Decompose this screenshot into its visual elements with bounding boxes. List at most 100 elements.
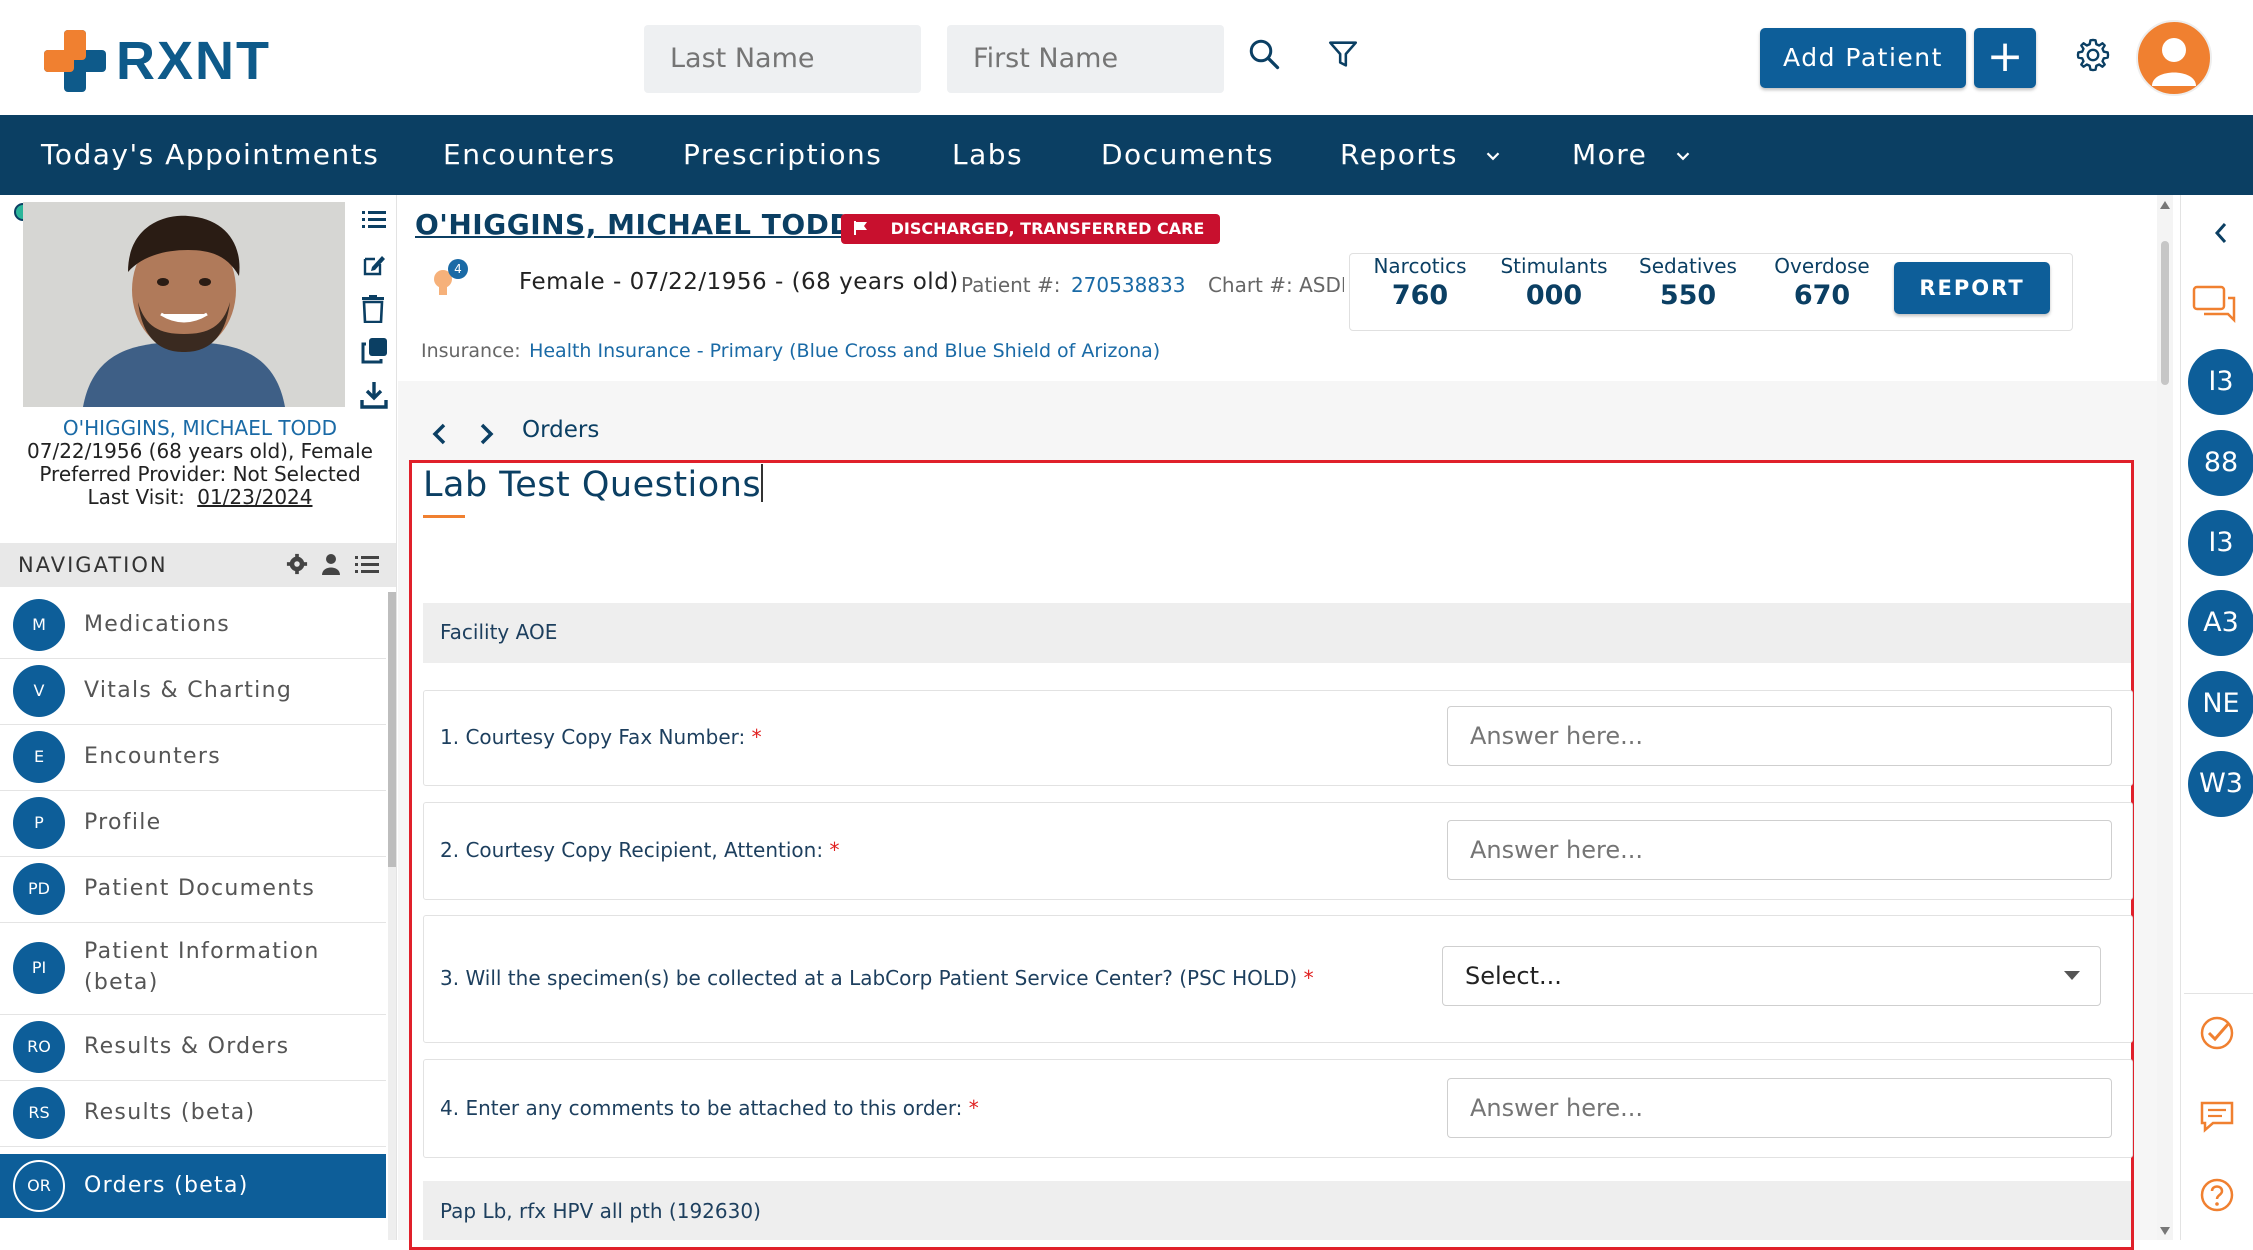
logo-cross-icon [44,30,106,92]
back-arrow-icon[interactable] [430,422,450,446]
nav-encounters-label: Encounters [84,744,221,769]
nav-todays-appointments[interactable]: Today's Appointments [41,115,379,195]
message-icon[interactable] [2199,1100,2235,1134]
title-underline [423,515,465,518]
patient-number-label: Patient #: [961,273,1061,297]
nav-encounters[interactable]: Encounters [443,115,616,195]
question-2-text: 2. Courtesy Copy Recipient, Attention: * [440,838,839,862]
sidebar-circle-2[interactable]: 88 [2188,430,2253,496]
question-3-label: 3. Will the specimen(s) be collected at … [440,966,1298,990]
nav-more[interactable]: More [1572,115,1694,195]
nav-encounters-item[interactable]: E Encounters [0,724,386,791]
edit-icon[interactable] [361,253,387,277]
nav-results-orders-badge: RO [13,1021,65,1073]
nav-results-beta[interactable]: RS Results (beta) [0,1080,386,1147]
insurance-value[interactable]: Health Insurance - Primary (Blue Cross a… [529,340,1160,362]
nav-orders-beta-badge: OR [13,1160,65,1212]
question-1-answer-input[interactable] [1447,706,2112,766]
stat-sedatives-value: 550 [1659,280,1717,311]
question-4-label: 4. Enter any comments to be attached to … [440,1096,963,1120]
nav-results-beta-badge: RS [13,1087,65,1139]
last-name-search-input[interactable] [644,25,921,93]
nav-orders-beta[interactable]: OR Orders (beta) [0,1154,386,1218]
main-scrollbar[interactable] [2157,195,2173,1240]
question-3-select[interactable]: Select... [1442,946,2101,1006]
nav-prescriptions[interactable]: Prescriptions [683,115,882,195]
required-marker: * [1303,966,1314,990]
forward-arrow-icon[interactable] [476,422,496,446]
rxnt-logo[interactable]: RXNT [44,26,284,92]
question-4-answer-input[interactable] [1447,1078,2112,1138]
download-icon[interactable] [360,381,388,409]
stat-narcotics-title: Narcotics [1373,254,1467,278]
section-pap-test-title: Pap Lb, rfx HPV all pth (192630) [440,1199,761,1223]
nav-patient-documents-badge: PD [13,863,65,915]
navigation-scrollbar-thumb[interactable] [388,592,396,867]
settings-icon[interactable] [286,553,308,575]
nav-medications[interactable]: M Medications [0,592,386,659]
question-2-label: 2. Courtesy Copy Recipient, Attention: [440,838,824,862]
last-visit-value[interactable]: 01/23/2024 [197,485,312,509]
add-patient-button[interactable]: Add Patient [1760,28,1966,88]
question-2-answer-input[interactable] [1447,820,2112,880]
sidebar-circle-6[interactable]: W3 [2188,751,2253,817]
top-bar: RXNT Add Patient + [0,0,2253,115]
first-name-search-input[interactable] [947,25,1224,93]
nav-profile-badge: P [13,797,65,849]
question-4: 4. Enter any comments to be attached to … [423,1059,2133,1158]
question-1: 1. Courtesy Copy Fax Number: * [423,690,2133,786]
nav-patient-information[interactable]: PI Patient Information (beta) [0,922,386,1015]
nav-patient-documents[interactable]: PD Patient Documents [0,856,386,923]
add-icon-button[interactable]: + [1974,28,2036,88]
filter-icon[interactable] [1326,36,1360,72]
list-view-icon[interactable] [355,555,379,575]
nav-vitals-charting[interactable]: V Vitals & Charting [0,658,386,725]
trash-icon[interactable] [361,295,385,323]
nav-labs[interactable]: Labs [952,115,1023,195]
nav-more-label: More [1572,138,1648,171]
gear-icon[interactable] [2074,36,2112,74]
scroll-up-icon[interactable] [2160,201,2170,209]
nav-reports-label: Reports [1340,138,1458,171]
nav-patient-information-badge: PI [13,942,65,994]
stat-overdose-value: 670 [1793,280,1851,311]
insurance-line: Insurance: Health Insurance - Primary (B… [421,340,1160,362]
nav-results-beta-label: Results (beta) [84,1100,256,1125]
question-1-label: 1. Courtesy Copy Fax Number: [440,725,746,749]
nav-profile[interactable]: P Profile [0,790,386,857]
nav-documents[interactable]: Documents [1101,115,1274,195]
patient-ids: Patient #: 270538833 Chart #: ASDFGH [961,273,1344,297]
patient-name-link[interactable]: O'HIGGINS, MICHAEL TODD [415,208,853,241]
patient-card-name[interactable]: O'HIGGINS, MICHAEL TODD [0,417,400,440]
sidebar-circle-3[interactable]: I3 [2188,510,2253,576]
alerts-indicator[interactable]: 4 [430,259,468,301]
user-icon[interactable] [321,553,341,575]
alerts-count: 4 [448,259,468,279]
text-cursor [761,464,764,502]
question-3-select-value: Select... [1465,962,1562,990]
list-icon[interactable] [362,209,386,229]
logo-text: RXNT [116,31,271,91]
stat-narcotics-value: 760 [1391,280,1449,311]
sidebar-circle-4[interactable]: A3 [2188,590,2253,656]
nav-results-orders[interactable]: RO Results & Orders [0,1014,386,1081]
navigation-scrollbar[interactable] [388,592,396,1240]
help-icon[interactable] [2199,1177,2235,1213]
scroll-down-icon[interactable] [2160,1227,2170,1235]
user-avatar[interactable] [2136,20,2212,96]
nav-reports[interactable]: Reports [1340,115,1504,195]
patient-number-value[interactable]: 270538833 [1071,273,1186,297]
copy-icon[interactable] [360,337,388,365]
sidebar-circle-1[interactable]: I3 [2188,349,2253,415]
chat-icon[interactable] [2192,284,2236,324]
report-button[interactable]: REPORT [1894,262,2050,314]
collapse-chevron-icon[interactable] [2213,222,2229,244]
main-scrollbar-thumb[interactable] [2161,241,2169,385]
search-icon[interactable] [1246,36,1282,72]
sidebar-divider [2184,993,2253,994]
sidebar-circle-5[interactable]: NE [2188,671,2253,737]
required-marker: * [968,1096,979,1120]
stat-sedatives-title: Sedatives [1639,254,1737,278]
breadcrumb-current: Orders [522,417,600,443]
task-check-icon[interactable] [2199,1015,2235,1051]
